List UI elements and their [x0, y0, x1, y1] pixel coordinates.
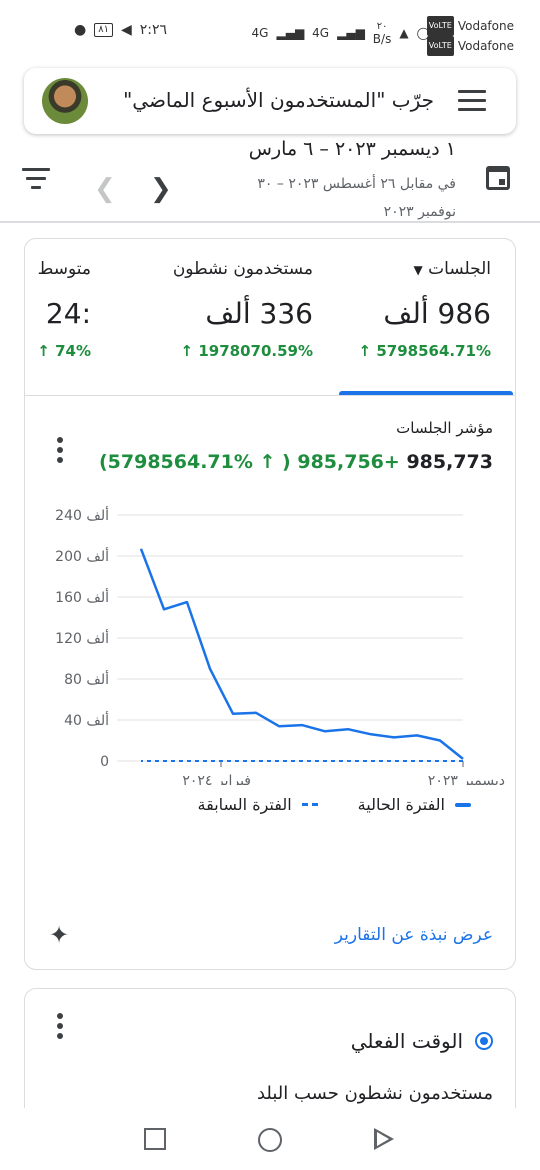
realtime-title: الوقت الفعلي: [351, 1029, 493, 1053]
y-tick-label: 0: [100, 754, 109, 770]
metric-value: :24: [45, 297, 91, 330]
metric-label-text: الجلسات: [428, 259, 491, 279]
carrier-2: Vodafone: [457, 39, 514, 53]
dropdown-icon[interactable]: ▼: [414, 263, 423, 277]
chart-title: مؤشر الجلسات: [396, 419, 493, 437]
avatar[interactable]: [42, 78, 88, 124]
battery-icon: ٨١: [94, 23, 113, 37]
legend-swatch-dashed: [301, 803, 318, 806]
calendar-icon[interactable]: [486, 166, 510, 190]
date-range-bar: ١ ديسمبر ٢٠٢٣ – ٦ مارس في مقابل ٢٦ أغسطس…: [0, 134, 540, 222]
view-insights-link[interactable]: عرض نبذة عن التقارير: [335, 925, 493, 945]
y-tick-label: 80 ألف: [64, 670, 109, 688]
x-tick-label: ديسمبر ٢٠٢٣: [428, 773, 505, 785]
legend-previous: الفترة السابقة: [198, 795, 318, 814]
summary-value: 985,773: [406, 451, 493, 473]
filter-icon[interactable]: [22, 168, 50, 190]
metric-label: مستخدمون نشطون: [172, 259, 313, 279]
series-line-current: [139, 548, 464, 760]
live-indicator-icon: [475, 1032, 493, 1050]
sessions-line-chart: 0 40 ألف 80 ألف 120 ألف 160 ألف 200 ألف 240 أل…: [55, 506, 505, 785]
sparkle-icon[interactable]: ✦: [49, 921, 69, 949]
search-bar[interactable]: جرّب "المستخدمون الأسبوع الماضي": [24, 68, 516, 134]
alarm-icon: ◀: [120, 22, 132, 38]
recent-apps-icon[interactable]: [144, 1128, 166, 1150]
x-tick-label: فبراير ٢٠٢٤: [182, 773, 251, 785]
metric-active-users[interactable]: مستخدمون نشطون 336 ألف 1978070.59% ↑: [173, 259, 313, 360]
data-rate-unit: B/s: [372, 32, 392, 46]
metric-value: 986 ألف: [383, 297, 491, 330]
carrier-1: Vodafone: [457, 19, 514, 33]
realtime-title-text: الوقت الفعلي: [350, 1029, 463, 1053]
y-tick-label: 40 ألف: [64, 711, 109, 729]
system-navigation-bar: [0, 1108, 540, 1170]
chart-summary: 985,773 +985,756 ( ↑ 5798564.71%): [99, 451, 493, 473]
date-range-main[interactable]: ١ ديسمبر ٢٠٢٣ – ٦ مارس: [249, 138, 456, 160]
metric-change: 74% ↑: [37, 342, 91, 360]
signal-icon: ▂▄▆: [276, 26, 305, 40]
metric-average[interactable]: متوسط :24 74% ↑: [37, 259, 91, 360]
y-tick-label: 160 ألف: [55, 588, 109, 606]
signal-icon-2: ▂▄▆: [337, 26, 365, 40]
legend-current: الفترة الحالية: [358, 795, 471, 814]
y-tick-label: 240 ألف: [55, 506, 109, 524]
metric-label: متوسط: [37, 259, 91, 279]
home-icon[interactable]: [258, 1128, 282, 1152]
chevron-left-icon[interactable]: ❮: [94, 174, 116, 204]
search-placeholder[interactable]: جرّب "المستخدمون الأسبوع الماضي": [123, 88, 434, 112]
metric-sessions[interactable]: الجلسات ▼ 986 ألف 5798564.71% ↑: [359, 259, 491, 360]
status-bar: ● ٨١ ◀ ٢:٢٦ 4G ▂▄▆ 4G ▂▄▆ ٢٠ B/s ▲ ◯ VoL…: [0, 0, 540, 58]
signal-indicators: 4G ▂▄▆ 4G ▂▄▆ ٢٠ B/s ▲ ◯: [252, 20, 430, 46]
clock: ٢:٢٦: [139, 22, 168, 38]
chart-legend: الفترة الحالية الفترة السابقة: [198, 795, 471, 814]
carrier-info: VoLTE Vodafone VoLTE Vodafone: [426, 16, 514, 56]
y-tick-label: 120 ألف: [55, 629, 109, 647]
network-label-2: 4G: [312, 26, 330, 40]
volte-badge: VoLTE: [426, 16, 454, 36]
metric-value: 336 ألف: [205, 297, 313, 330]
metric-change: 1978070.59% ↑: [180, 342, 313, 360]
sessions-card: الجلسات ▼ 986 ألف 5798564.71% ↑ مستخدمون…: [24, 238, 516, 970]
card-divider: [25, 395, 515, 396]
legend-current-label: الفترة الحالية: [357, 795, 445, 814]
realtime-subtitle: مستخدمون نشطون حسب البلد: [256, 1083, 493, 1104]
divider: [0, 221, 540, 223]
chevron-right-icon[interactable]: ❯: [150, 174, 172, 204]
y-tick-label: 200 ألف: [55, 547, 109, 565]
location-icon: ●: [74, 22, 87, 38]
status-left: ● ٨١ ◀ ٢:٢٦: [74, 22, 167, 38]
metric-change: 5798564.71% ↑: [358, 342, 491, 360]
network-label-1: 4G: [251, 26, 269, 40]
date-range-comparison[interactable]: في مقابل ٢٦ أغسطس ٢٠٢٣ – ٣٠ نوفمبر ٢٠٢٣: [226, 170, 456, 226]
volte-badge-2: VoLTE: [426, 36, 454, 56]
summary-change: +985,756 ( ↑ 5798564.71%): [98, 451, 400, 473]
legend-swatch-solid: [455, 802, 471, 807]
metric-label: الجلسات ▼: [359, 259, 492, 279]
navigation-icon: ▲: [399, 26, 409, 40]
menu-icon[interactable]: [458, 90, 486, 112]
more-options-icon[interactable]: [57, 1013, 63, 1043]
data-rate: ٢٠ B/s: [373, 20, 392, 46]
back-icon[interactable]: [374, 1128, 394, 1150]
realtime-card: الوقت الفعلي مستخدمون نشطون حسب البلد: [24, 988, 516, 1128]
more-options-icon[interactable]: [57, 437, 63, 467]
legend-previous-label: الفترة السابقة: [197, 795, 292, 814]
